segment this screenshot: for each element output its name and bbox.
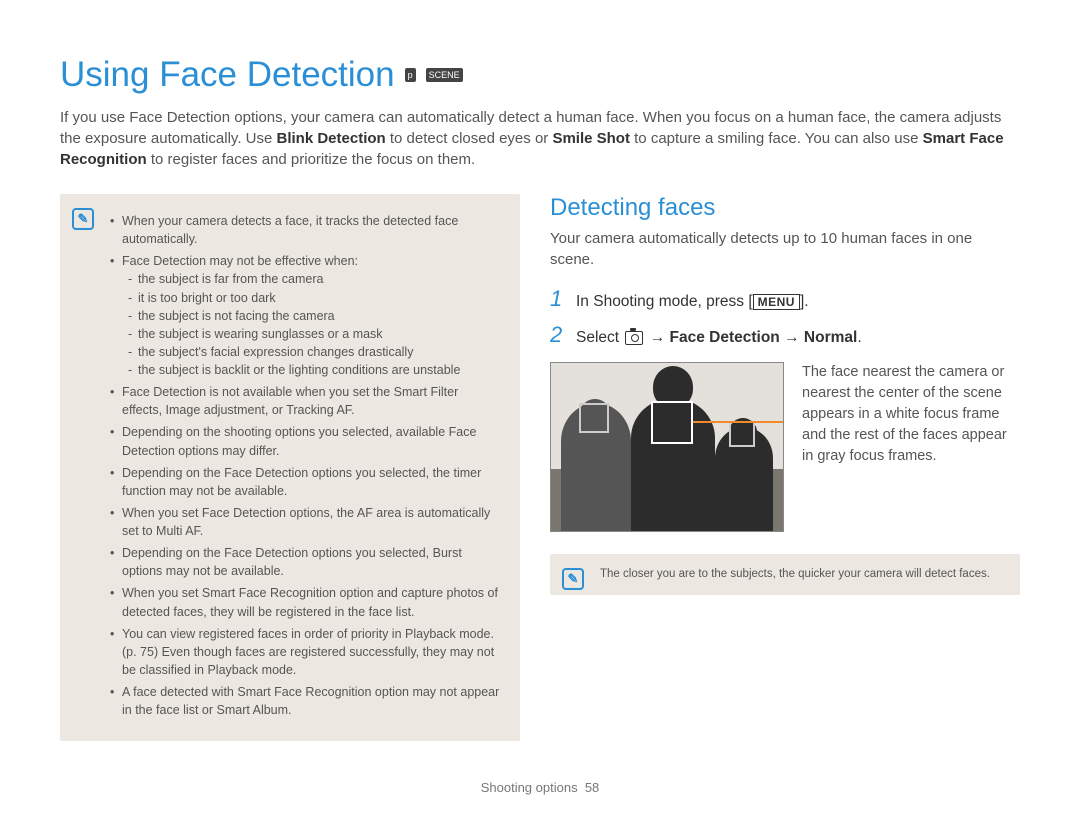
camera-icon (625, 331, 643, 345)
note-item: Depending on the Face Detection options … (110, 464, 500, 500)
step-text-part: ]. (800, 293, 809, 310)
footer-page-number: 58 (585, 780, 599, 795)
note-subitem: the subject is backlit or the lighting c… (128, 361, 500, 379)
menu-button-label: MENU (753, 294, 800, 310)
note-item: A face detected with Smart Face Recognit… (110, 683, 500, 719)
step-2: 2 Select → Face Detection → Normal. (550, 322, 1020, 348)
step-text: In Shooting mode, press [MENU]. (576, 293, 809, 311)
note-item: Face Detection may not be effective when… (110, 252, 500, 379)
section-desc: Your camera automatically detects up to … (550, 228, 1020, 270)
note-item: Face Detection is not available when you… (110, 383, 500, 419)
tip-text: The closer you are to the subjects, the … (600, 568, 990, 580)
illustration-caption: The face nearest the camera or nearest t… (802, 362, 1020, 467)
note-box-tip: ✎ The closer you are to the subjects, th… (550, 554, 1020, 595)
arrow: → (780, 329, 804, 346)
focus-frame-gray (579, 403, 609, 433)
note-subitem: the subject is wearing sunglasses or a m… (128, 325, 500, 343)
page-title: Using Face Detection p SCENE (60, 55, 1020, 95)
intro-bold-blink: Blink Detection (277, 130, 386, 147)
note-item-text: Face Detection may not be effective when… (122, 254, 358, 268)
step-text-part: Select (576, 329, 623, 346)
note-icon: ✎ (72, 208, 94, 230)
note-item: When your camera detects a face, it trac… (110, 212, 500, 248)
note-box-main: ✎ When your camera detects a face, it tr… (60, 194, 520, 741)
step-1: 1 In Shooting mode, press [MENU]. (550, 286, 1020, 312)
illustration-face-detection (550, 362, 784, 532)
title-text: Using Face Detection (60, 55, 395, 95)
note-subitem: the subject's facial expression changes … (128, 343, 500, 361)
mode-icon-scene: SCENE (426, 68, 463, 82)
footer-section: Shooting options (481, 780, 578, 795)
note-item: When you set Face Detection options, the… (110, 504, 500, 540)
intro-text: to capture a smiling face. You can also … (634, 130, 923, 147)
intro-text: to detect closed eyes or (390, 130, 553, 147)
note-item: When you set Smart Face Recognition opti… (110, 584, 500, 620)
section-title: Detecting faces (550, 194, 1020, 222)
step-bold: Normal (804, 329, 857, 346)
arrow: → (645, 329, 669, 346)
focus-frame-white (651, 401, 693, 444)
step-bold: Face Detection (670, 329, 780, 346)
intro-text: to register faces and prioritize the foc… (151, 151, 475, 168)
focus-frame-gray (729, 421, 755, 447)
step-text-part: In Shooting mode, press [ (576, 293, 753, 310)
note-icon: ✎ (562, 568, 584, 590)
step-number: 2 (550, 322, 566, 348)
note-subitem: the subject is far from the camera (128, 270, 500, 288)
note-item: Depending on the Face Detection options … (110, 544, 500, 580)
step-text-part: . (857, 329, 861, 346)
intro-paragraph: If you use Face Detection options, your … (60, 107, 1020, 170)
note-subitem: it is too bright or too dark (128, 289, 500, 307)
intro-bold-smile: Smile Shot (552, 130, 630, 147)
note-subitem: the subject is not facing the camera (128, 307, 500, 325)
note-item: Depending on the shooting options you se… (110, 423, 500, 459)
leader-line (693, 421, 784, 423)
mode-icon-p: p (405, 68, 416, 82)
step-number: 1 (550, 286, 566, 312)
step-text: Select → Face Detection → Normal. (576, 329, 862, 347)
page-footer: Shooting options 58 (0, 780, 1080, 795)
note-item: You can view registered faces in order o… (110, 625, 500, 679)
